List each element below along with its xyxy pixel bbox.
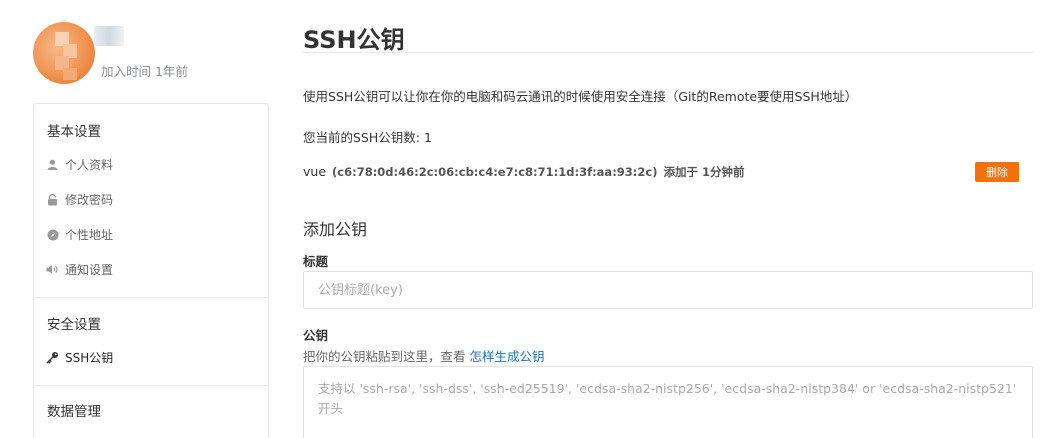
public-key-textarea[interactable] [303, 366, 1033, 438]
key-hint: 把你的公钥粘贴到这里，查看 怎样生成公钥 [303, 346, 545, 365]
sidebar-divider [34, 297, 268, 298]
title-label: 标题 [303, 254, 329, 269]
delete-key-button[interactable]: 删除 [975, 162, 1019, 182]
sidebar-item-password[interactable]: 修改密码 [46, 191, 113, 208]
section-title-data: 数据管理 [47, 404, 101, 420]
sidebar-item-label: 修改密码 [65, 193, 114, 207]
key-name: vue [303, 164, 327, 179]
how-to-generate-key-link[interactable]: 怎样生成公钥 [470, 349, 545, 364]
sidebar-item-label: 个人资料 [65, 158, 114, 172]
sidebar-item-notify[interactable]: 通知设置 [46, 261, 113, 278]
sidebar-item-label: 个性地址 [65, 228, 114, 242]
volume-icon [46, 263, 59, 276]
key-title-input[interactable] [303, 271, 1033, 309]
key-hint-text: 把你的公钥粘贴到这里，查看 [303, 349, 466, 364]
compass-icon [46, 228, 59, 241]
ssh-key-row: vue (c6:78:0d:46:2c:06:cb:c4:e7:c8:71:1d… [303, 164, 744, 180]
description: 使用SSH公钥可以让你在你的电脑和码云通讯的时候使用安全连接（Git的Remot… [303, 89, 858, 104]
joined-time: 加入时间 1年前 [101, 64, 188, 79]
key-count: 您当前的SSH公钥数: 1 [303, 130, 432, 145]
settings-sidebar: 基本设置 个人资料 修改密码 个性地址 通知设置 安全设置 SSH公钥 数据管理 [33, 103, 269, 438]
key-icon [46, 351, 59, 364]
section-title-security: 安全设置 [47, 317, 101, 333]
key-fingerprint: (c6:78:0d:46:2c:06:cb:c4:e7:c8:71:1d:3f:… [332, 165, 658, 179]
key-label: 公钥 [303, 328, 329, 343]
section-title-basic: 基本设置 [47, 124, 101, 140]
title-divider [303, 52, 1033, 53]
sidebar-item-url[interactable]: 个性地址 [46, 226, 113, 243]
sidebar-divider [34, 385, 268, 386]
sidebar-item-ssh-key[interactable]: SSH公钥 [46, 349, 113, 366]
avatar[interactable] [33, 22, 95, 84]
sidebar-item-label: SSH公钥 [65, 351, 114, 365]
add-key-heading: 添加公钥 [303, 220, 368, 239]
user-name-obscured [94, 26, 124, 46]
user-icon [46, 158, 59, 171]
page-title: SSH公钥 [303, 26, 405, 54]
sidebar-item-label: 通知设置 [65, 263, 114, 277]
lock-icon [46, 193, 59, 206]
key-added-time: 添加于 1分钟前 [663, 165, 745, 179]
sidebar-item-profile[interactable]: 个人资料 [46, 156, 113, 173]
